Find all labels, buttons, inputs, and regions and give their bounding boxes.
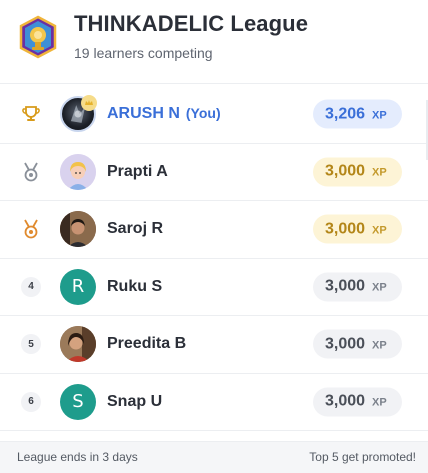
xp-unit: XP bbox=[372, 109, 387, 122]
you-tag: (You) bbox=[185, 105, 221, 122]
learner-name-text: ARUSH N bbox=[107, 105, 180, 123]
avatar-initial: S bbox=[72, 391, 84, 413]
league-learner-count: 19 learners competing bbox=[74, 45, 213, 61]
trophy-icon bbox=[20, 103, 42, 125]
rank-number: 5 bbox=[20, 333, 42, 355]
leaderboard-list: ARUSH N (You) 3,206 XP Prapti A 3,000 XP… bbox=[0, 86, 428, 431]
leaderboard-row[interactable]: 6 S Snap U 3,000 XP bbox=[0, 373, 428, 431]
xp-badge: 3,000 XP bbox=[313, 387, 402, 417]
avatar[interactable]: R bbox=[60, 268, 96, 305]
bronze-medal-icon bbox=[20, 218, 42, 240]
learner-name: Preedita B bbox=[107, 335, 187, 353]
leaderboard-row[interactable]: 4 R Ruku S 3,000 XP bbox=[0, 258, 428, 316]
leaderboard-row[interactable]: Prapti A 3,000 XP bbox=[0, 143, 428, 201]
league-footer: League ends in 3 days Top 5 get promoted… bbox=[0, 441, 428, 473]
learner-name: Prapti A bbox=[107, 162, 168, 180]
xp-badge: 3,000 XP bbox=[313, 272, 402, 302]
learner-name: Ruku S bbox=[107, 277, 163, 295]
xp-value: 3,000 bbox=[325, 220, 366, 238]
league-header: THINKADELIC League 19 learners competing bbox=[0, 0, 428, 84]
xp-value: 3,206 bbox=[325, 105, 366, 123]
rank-number: 4 bbox=[20, 276, 42, 298]
xp-value: 3,000 bbox=[325, 277, 366, 295]
leaderboard-row[interactable]: 5 Preedita B 3,000 XP bbox=[0, 316, 428, 374]
rank-number-badge: 6 bbox=[21, 391, 41, 412]
xp-unit: XP bbox=[372, 281, 387, 294]
xp-unit: XP bbox=[372, 224, 387, 237]
xp-badge: 3,000 XP bbox=[313, 329, 402, 359]
learner-name: Saroj R bbox=[107, 220, 164, 238]
xp-unit: XP bbox=[372, 339, 387, 352]
xp-value: 3,000 bbox=[325, 392, 366, 410]
league-ends-text: League ends in 3 days bbox=[17, 450, 138, 464]
avatar[interactable] bbox=[60, 211, 96, 248]
leaderboard-row[interactable]: Saroj R 3,000 XP bbox=[0, 201, 428, 259]
promotion-text: Top 5 get promoted! bbox=[309, 450, 416, 464]
avatar-initial: R bbox=[71, 276, 85, 298]
leaderboard-row-current-user[interactable]: ARUSH N (You) 3,206 XP bbox=[0, 86, 428, 144]
league-title: THINKADELIC League bbox=[74, 11, 309, 36]
avatar[interactable] bbox=[60, 326, 96, 363]
avatar[interactable]: S bbox=[60, 383, 96, 420]
rank-number-badge: 4 bbox=[21, 276, 41, 297]
learner-name: ARUSH N (You) bbox=[107, 105, 221, 123]
avatar[interactable] bbox=[60, 153, 96, 190]
xp-unit: XP bbox=[372, 166, 387, 179]
league-badge-icon bbox=[17, 15, 59, 59]
learner-name: Snap U bbox=[107, 392, 163, 410]
rank-number-badge: 5 bbox=[21, 334, 41, 355]
xp-unit: XP bbox=[372, 396, 387, 409]
xp-badge: 3,000 XP bbox=[313, 214, 402, 244]
silver-medal-icon bbox=[20, 161, 42, 183]
xp-value: 3,000 bbox=[325, 335, 366, 353]
xp-value: 3,000 bbox=[325, 162, 366, 180]
crown-icon bbox=[81, 95, 97, 111]
rank-number: 6 bbox=[20, 391, 42, 413]
xp-badge: 3,206 XP bbox=[313, 99, 402, 129]
xp-badge: 3,000 XP bbox=[313, 157, 402, 187]
